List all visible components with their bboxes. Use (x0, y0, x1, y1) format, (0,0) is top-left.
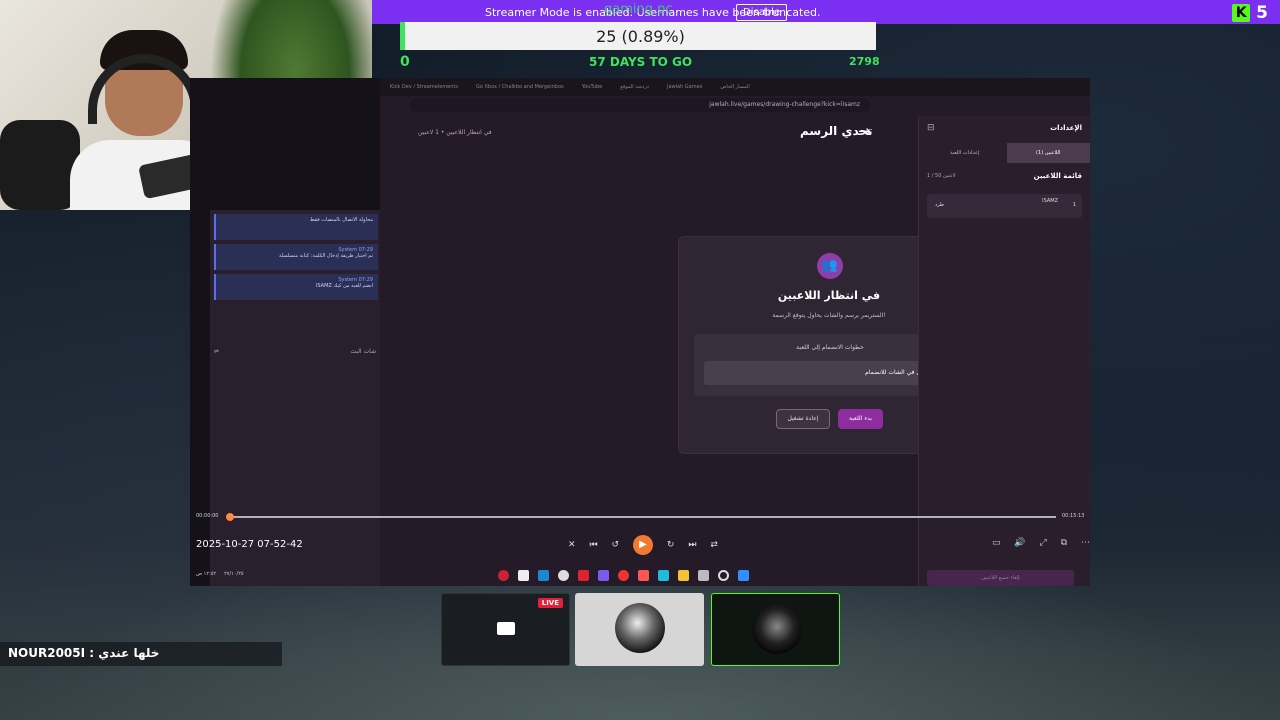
chat-filter-icon[interactable]: ⇌ (214, 348, 219, 362)
seek-bar[interactable] (226, 513, 1056, 521)
call-tile-user[interactable] (575, 593, 704, 666)
webcam-chair (0, 120, 80, 210)
chrome-icon[interactable] (618, 569, 629, 581)
browser-tab[interactable]: المسار الخاص (720, 84, 750, 90)
disable-streamer-mode-button[interactable]: Disable (736, 4, 788, 21)
subtitle-icon[interactable]: ▭ (992, 538, 1001, 548)
chat-message: محاولة الاتصال بالمنصات فقط (214, 214, 378, 240)
arrow-right-icon[interactable]: → (858, 122, 871, 140)
settings-icon[interactable] (558, 569, 569, 581)
browser-tab[interactable]: Kick Dev / Streamelements (390, 84, 458, 90)
rewind-icon[interactable]: ↺ (612, 540, 620, 550)
tray-clock: ١٢:٥٢ ص (196, 571, 217, 577)
restart-button[interactable]: إعادة تشغيل (776, 409, 830, 429)
terminal-icon[interactable] (698, 569, 709, 581)
volume-icon[interactable]: 🔊 (1014, 538, 1025, 548)
search-icon[interactable] (718, 569, 729, 581)
tray-date: ٢٧/١٠/٢٥ (224, 571, 244, 577)
taskbar (498, 567, 788, 583)
chat-message-text: ISAMZ انضم للعبة من كيك (315, 283, 373, 289)
settings-heading: الإعدادات (1050, 124, 1082, 132)
call-tile-user-active[interactable] (711, 593, 840, 666)
kick-player-button[interactable]: طرد (935, 202, 944, 208)
goal-progress-bar: 25 (0.89%) (400, 22, 876, 50)
chat-message: System 07:29 تم اختيار طريقة إدخال الكلم… (214, 244, 378, 270)
browser-tab[interactable]: Jawlah Games (667, 84, 702, 90)
collapse-icon[interactable]: ⊟ (927, 123, 935, 133)
time-total: 00:15:13 (1062, 513, 1085, 519)
more-icon[interactable]: ⋯ (1081, 538, 1090, 548)
chat-message-text: تم اختيار طريقة إدخال الكلمة: كتابة متسل… (278, 253, 373, 259)
browser-tab[interactable]: دردشة الموقع (620, 84, 649, 90)
browser-tabs: Kick Dev / Streamelements Go Xbox / Chal… (380, 78, 1090, 96)
kick-logo: K 5 (1232, 3, 1268, 23)
goal-days-to-go: 57 DAYS TO GO (589, 55, 693, 69)
shuffle-icon[interactable]: ✕ (568, 540, 576, 550)
tab-game-settings[interactable]: إعدادات اللعبة (923, 143, 1007, 163)
chat-toolbar: ⇌ شات البث (214, 348, 376, 362)
windows-icon[interactable] (738, 569, 749, 581)
users-icon: 👥 (817, 253, 843, 279)
call-tile-screenshare[interactable]: LIVE (441, 593, 570, 666)
goal-target: 2798 (849, 55, 880, 68)
folder-icon[interactable] (678, 569, 689, 581)
streamer-mode-bar: Streamer Mode is enabled. Usernames have… (372, 0, 1280, 24)
brave-icon[interactable] (638, 569, 649, 581)
playback-controls: ✕ ⏮ ↺ ▶ ↻ ⏭ ⇄ (568, 535, 718, 555)
system-tray: ١٢:٥٢ ص ٢٧/١٠/٢٥ (196, 571, 296, 577)
media-player-icon[interactable] (498, 569, 509, 581)
play-button[interactable]: ▶ (632, 535, 653, 555)
sidebar-tabs: إعدادات اللعبة اللاعبين (1) (923, 143, 1090, 163)
goal-progress-text: 25 (0.89%) (596, 27, 685, 46)
player-right-controls: ▭ 🔊 ⤢ ⧉ ⋯ (992, 538, 1090, 548)
steam-icon[interactable] (538, 569, 549, 581)
channel-number: 5 (1256, 3, 1268, 23)
browser-tab[interactable]: YouTube (582, 84, 602, 90)
app-icon[interactable] (578, 569, 589, 581)
skip-forward-icon[interactable]: ⏭ (688, 540, 696, 550)
tab-players[interactable]: اللاعبين (1) (1006, 143, 1090, 163)
recording-timestamp: 2025-10-27 07-52-42 (196, 539, 303, 550)
game-status-breadcrumb: في انتظار اللاعبين • 1 لاعبين (418, 129, 492, 136)
screen-share-icon (497, 622, 515, 635)
fullscreen-icon[interactable]: ⤢ (1040, 538, 1047, 548)
goal-current: 0 (400, 54, 410, 70)
chat-overlay-message: NOUR2005I : خلها عندي (0, 642, 282, 666)
remove-all-players-button[interactable]: إلغاء جميع اللاعبين (927, 570, 1074, 586)
time-current: 00:00:00 (196, 513, 219, 519)
list-item: طرد ISAMZ 1 (927, 194, 1082, 218)
address-bar[interactable]: jawlah.live/games/drawing-challenge?kick… (410, 98, 870, 112)
start-game-button[interactable]: بدء اللعبة (838, 409, 883, 429)
seek-handle[interactable] (226, 513, 234, 521)
chat-overlay-user: NOUR2005I (8, 646, 86, 660)
kick-icon: K (1232, 4, 1251, 22)
overlay-text: gaming pc (604, 2, 673, 17)
file-icon[interactable] (518, 569, 529, 581)
edge-icon[interactable] (658, 569, 669, 581)
browser-window: Kick Dev / Streamelements Go Xbox / Chal… (380, 78, 1090, 586)
player-name: ISAMZ (1042, 198, 1058, 204)
screen-capture: محاولة الاتصال بالمنصات فقط System 07:29… (190, 78, 1090, 586)
skip-back-icon[interactable]: ⏮ (589, 540, 597, 550)
live-badge: LIVE (537, 598, 563, 608)
discord-icon[interactable] (598, 569, 609, 581)
player-index: 1 (1072, 202, 1076, 208)
avatar (752, 604, 802, 654)
player-list-title: قائمة اللاعبين (1033, 172, 1082, 180)
chat-tab-label[interactable]: شات البث (350, 348, 376, 362)
stream-chat-panel: محاولة الاتصال بالمنصات فقط System 07:29… (210, 210, 380, 586)
chat-message-text: محاولة الاتصال بالمنصات فقط (309, 217, 373, 223)
player-count: 1 / 50 لاعبين (927, 173, 956, 179)
chat-message: System 07:29 ISAMZ انضم للعبة من كيك (214, 274, 378, 300)
avatar (615, 603, 665, 653)
forward-icon[interactable]: ↻ (667, 540, 675, 550)
screenshot-icon[interactable]: ⧉ (1061, 538, 1067, 548)
repeat-icon[interactable]: ⇄ (710, 540, 718, 550)
browser-tab[interactable]: Go Xbox / Chalkbo and Mergeinbox (476, 84, 564, 90)
chat-overlay-text: خلها عندي (98, 646, 160, 660)
